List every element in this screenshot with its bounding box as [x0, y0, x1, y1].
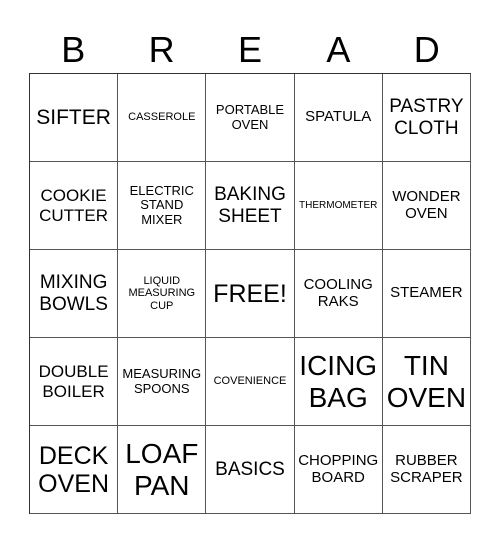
bingo-cell[interactable]: LIQUID MEASURING CUP — [118, 250, 207, 338]
cell-text: COOKIE CUTTER — [39, 186, 109, 225]
header-letter-b: B — [61, 29, 86, 70]
cell-text: CASSEROLE — [128, 111, 196, 124]
cell-text: PASTRY CLOTH — [389, 96, 464, 139]
cell-text: COOLING RAKS — [303, 275, 373, 310]
cell-text: STEAMER — [390, 284, 463, 302]
cell-text: PORTABLE OVEN — [215, 101, 285, 132]
cell-text: LOAF PAN — [125, 438, 199, 501]
cell-text: LIQUID MEASURING CUP — [128, 275, 196, 312]
bingo-cell[interactable]: ELECTRIC STAND MIXER — [118, 162, 207, 250]
cell-text: CHOPPING BOARD — [298, 451, 379, 486]
cell-text: ELECTRIC STAND MIXER — [129, 182, 194, 227]
bingo-cell[interactable]: BAKING SHEET — [206, 162, 295, 250]
bingo-cell[interactable]: PASTRY CLOTH — [382, 74, 471, 162]
cell-text: MIXING BOWLS — [39, 272, 108, 315]
bingo-cell[interactable]: STEAMER — [382, 250, 471, 338]
bingo-cell[interactable]: COOKIE CUTTER — [30, 162, 119, 250]
bingo-cell[interactable]: MEASURING SPOONS — [118, 338, 207, 426]
bingo-cell[interactable]: LOAF PAN — [118, 426, 207, 514]
cell-text: TIN OVEN — [386, 350, 467, 413]
cell-text: WONDER OVEN — [392, 187, 461, 222]
bingo-cell[interactable]: DOUBLE BOILER — [30, 338, 119, 426]
bingo-cell[interactable]: SPATULA — [294, 74, 383, 162]
cell-text: MEASURING SPOONS — [122, 365, 202, 396]
bingo-cell[interactable]: MIXING BOWLS — [30, 250, 119, 338]
bingo-cell[interactable]: BASICS — [206, 426, 295, 514]
cell-text: BAKING SHEET — [214, 184, 286, 227]
cell-text: SIFTER — [36, 105, 111, 129]
header-letter-a: A — [326, 29, 351, 70]
cell-text: THERMOMETER — [299, 199, 378, 211]
cell-text: BASICS — [215, 458, 285, 480]
bingo-cell[interactable]: THERMOMETER — [294, 162, 383, 250]
bingo-cell[interactable]: CASSEROLE — [118, 74, 207, 162]
bingo-cell[interactable]: COOLING RAKS — [294, 250, 383, 338]
bingo-cell[interactable]: CHOPPING BOARD — [294, 426, 383, 514]
cell-text: FREE! — [213, 279, 287, 308]
cell-text: COVENIENCE — [213, 375, 287, 388]
cell-text: DOUBLE BOILER — [38, 362, 109, 401]
bingo-cell[interactable]: TIN OVEN — [382, 338, 471, 426]
cell-text: SPATULA — [305, 108, 372, 126]
cell-text: RUBBER SCRAPER — [390, 451, 463, 486]
bingo-cell[interactable]: SIFTER — [30, 74, 119, 162]
bingo-cell[interactable]: DECK OVEN — [30, 426, 119, 514]
header-letter-r: R — [148, 29, 175, 70]
free-space[interactable]: FREE! — [206, 250, 295, 338]
bingo-grid: SIFTER CASSEROLE PORTABLE OVEN SPATULA P… — [29, 73, 471, 514]
bingo-header: B R E A D — [29, 28, 471, 72]
cell-text: ICING BAG — [299, 350, 378, 413]
bingo-cell[interactable]: ICING BAG — [294, 338, 383, 426]
bingo-cell[interactable]: RUBBER SCRAPER — [382, 426, 471, 514]
header-letter-d: D — [413, 29, 440, 70]
bingo-cell[interactable]: PORTABLE OVEN — [206, 74, 295, 162]
bingo-cell[interactable]: COVENIENCE — [206, 338, 295, 426]
bingo-cell[interactable]: WONDER OVEN — [382, 162, 471, 250]
header-letter-e: E — [237, 29, 262, 70]
cell-text: DECK OVEN — [38, 441, 110, 498]
